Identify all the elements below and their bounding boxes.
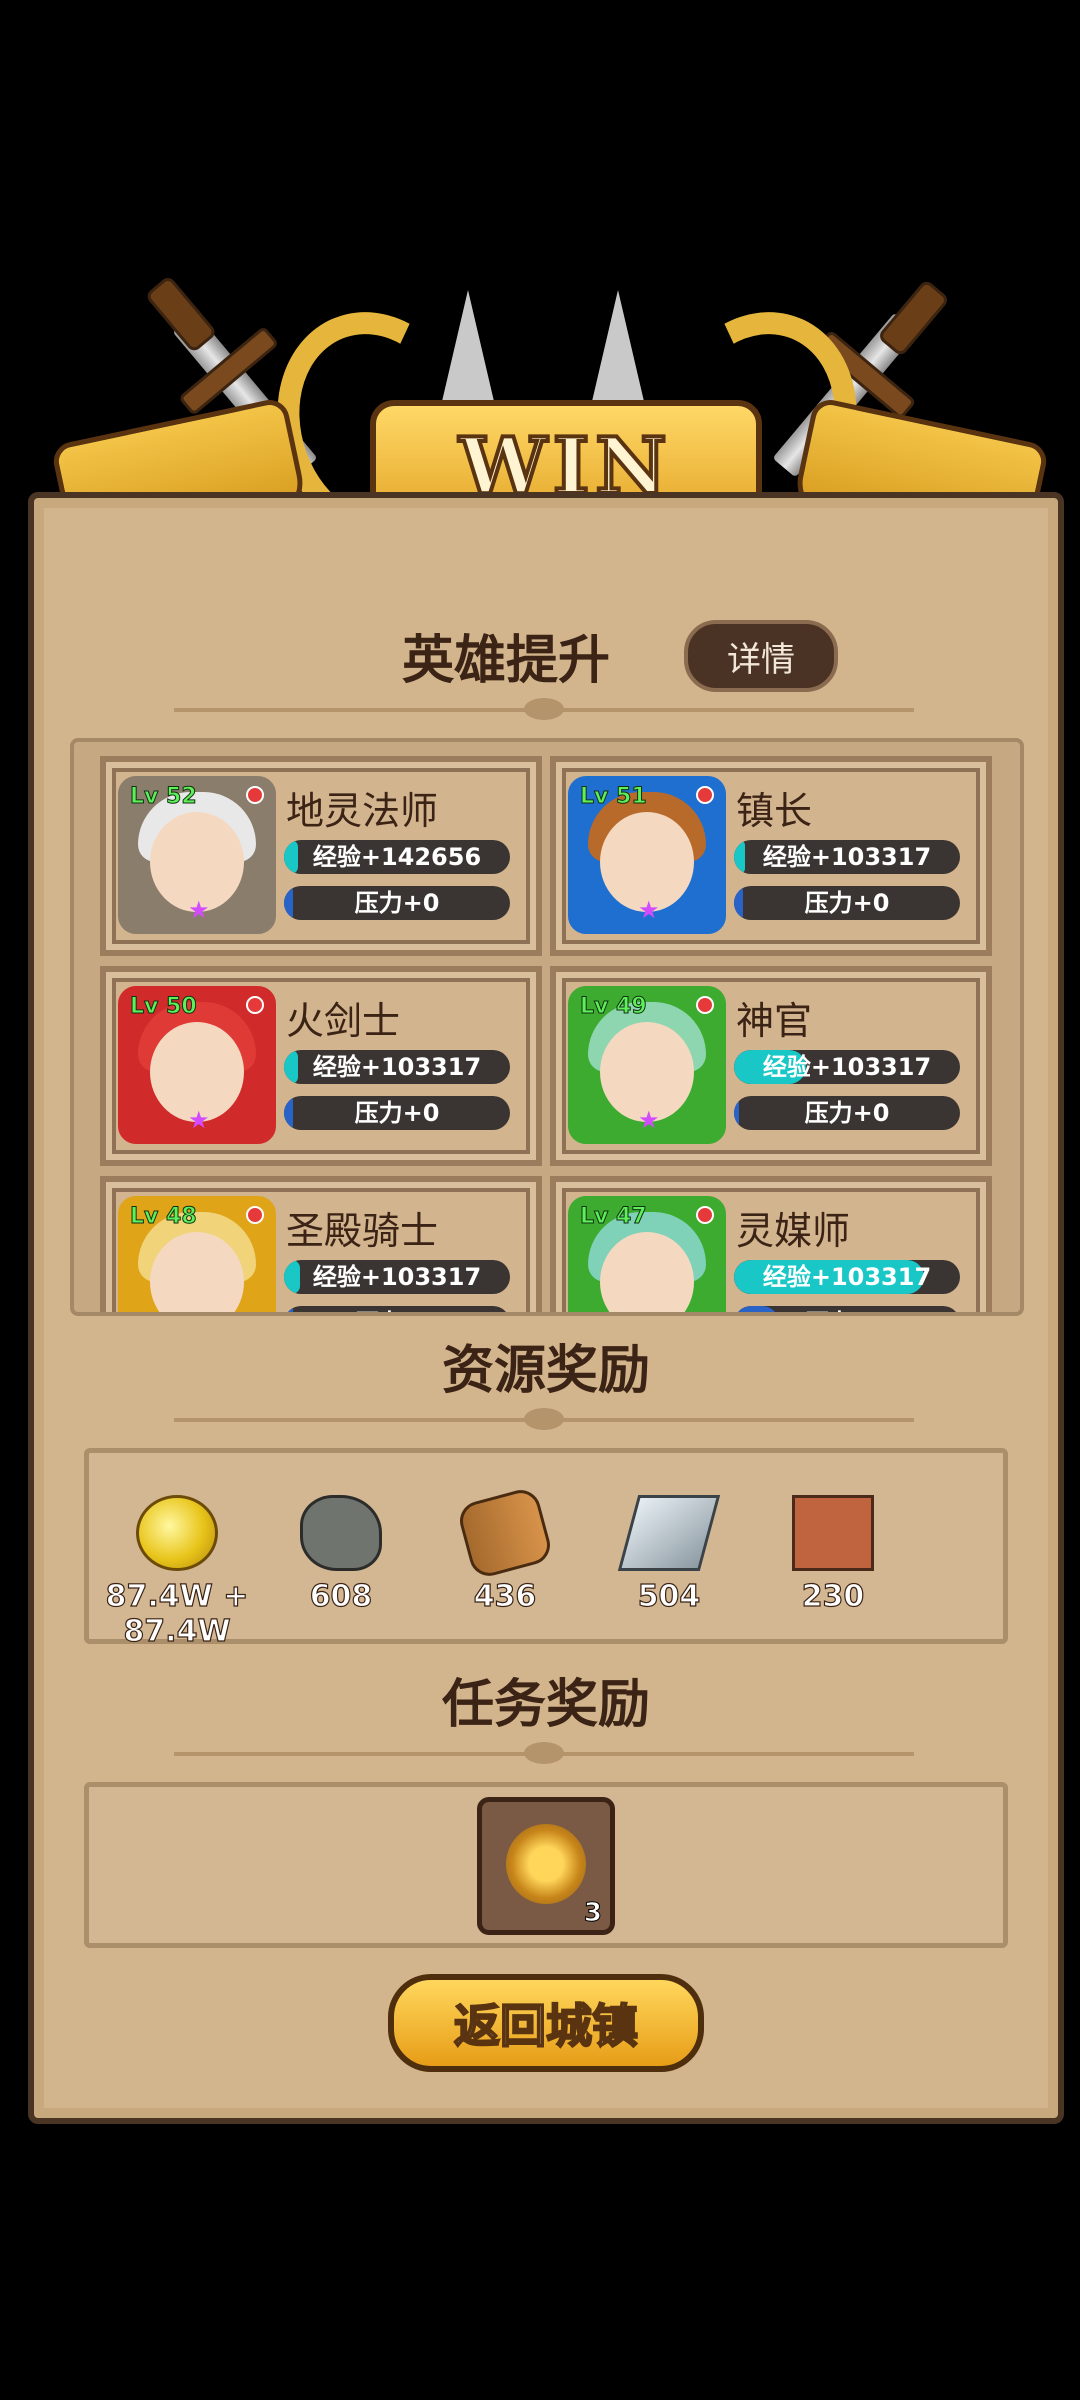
pressure-bar: 压力+0	[734, 1306, 960, 1312]
divider-ornament	[174, 1408, 914, 1430]
exp-bar: 经验+103317	[734, 1050, 960, 1084]
hero-card[interactable]: Lv 49 ★ 神官 经验+103317 压力+0	[550, 966, 992, 1166]
detail-button[interactable]: 详情	[684, 620, 838, 692]
hero-section-title: 英雄提升	[401, 631, 610, 691]
hero-level: Lv 51	[580, 784, 648, 810]
pressure-bar: 压力+0	[284, 886, 510, 920]
item-count: 3	[583, 1898, 602, 1929]
hero-name: 神官	[736, 999, 813, 1043]
reward-value: 230	[801, 1578, 865, 1614]
exp-bar: 经验+103317	[284, 1260, 510, 1294]
resource-section-title: 资源奖励	[441, 1341, 650, 1401]
notification-dot-icon	[246, 1206, 264, 1224]
hero-list[interactable]: Lv 52 ★ 地灵法师 经验+142656 压力+0 Lv 51 ★ 镇长 经…	[70, 738, 1024, 1316]
hero-level: Lv 50	[130, 994, 198, 1020]
pressure-text: 压力+0	[354, 889, 440, 917]
divider-ornament	[174, 698, 914, 720]
notification-dot-icon	[696, 1206, 714, 1224]
quest-reward-item[interactable]: 3	[477, 1797, 615, 1935]
exp-text: 经验+103317	[762, 843, 932, 871]
exp-text: 经验+142656	[312, 843, 482, 871]
exp-text: 经验+103317	[312, 1263, 482, 1291]
hero-portrait: Lv 50 ★	[118, 986, 276, 1144]
pressure-text: 压力+0	[284, 1306, 510, 1312]
return-town-button[interactable]: 返回城镇	[388, 1974, 704, 2072]
hero-card[interactable]: Lv 51 ★ 镇长 经验+103317 压力+0	[550, 756, 992, 956]
quest-section-title: 任务奖励	[441, 1675, 650, 1735]
hero-name: 灵媒师	[736, 1209, 851, 1253]
hero-level: Lv 47	[580, 1204, 648, 1230]
pressure-bar: 压力+0	[734, 1096, 960, 1130]
hero-name: 圣殿骑士	[286, 1209, 439, 1253]
reward-value: 87.4W + 87.4W	[105, 1578, 249, 1649]
hero-level: Lv 52	[130, 784, 198, 810]
reward-iron[interactable]: 504	[589, 1495, 749, 1615]
reward-value: 608	[309, 1578, 373, 1614]
reward-scroll[interactable]: 230	[753, 1495, 913, 1615]
notification-dot-icon	[696, 786, 714, 804]
notification-dot-icon	[246, 996, 264, 1014]
exp-bar: 经验+103317	[734, 840, 960, 874]
hero-name: 镇长	[736, 789, 813, 833]
hero-portrait: Lv 49 ★	[568, 986, 726, 1144]
reward-value: 436	[473, 1578, 537, 1614]
iron-ingot-icon	[617, 1495, 721, 1571]
star-icon: ★	[638, 896, 660, 924]
medal-icon	[506, 1824, 586, 1904]
pressure-bar: 压力+0	[734, 886, 960, 920]
hero-name: 地灵法师	[286, 789, 439, 833]
exp-bar: 经验+142656	[284, 840, 510, 874]
star-icon: ★	[188, 1106, 210, 1134]
exp-text: 经验+103317	[762, 1053, 932, 1081]
exp-bar: 经验+103317	[284, 1050, 510, 1084]
hero-card[interactable]: Lv 48 ★ 圣殿骑士 经验+103317 压力+0	[100, 1176, 542, 1312]
hero-card[interactable]: Lv 52 ★ 地灵法师 经验+142656 压力+0	[100, 756, 542, 956]
quest-reward-box: 3	[84, 1782, 1008, 1948]
hero-level: Lv 49	[580, 994, 648, 1020]
hero-name: 火剑士	[286, 999, 401, 1043]
reward-gold[interactable]: 87.4W + 87.4W	[97, 1495, 257, 1650]
hero-card[interactable]: Lv 47 ★ 灵媒师 经验+103317 压力+0	[550, 1176, 992, 1312]
notification-dot-icon	[696, 996, 714, 1014]
gold-coin-icon	[136, 1495, 218, 1571]
exp-text: 经验+103317	[312, 1053, 482, 1081]
pressure-bar: 压力+0	[284, 1306, 510, 1312]
hero-portrait: Lv 51 ★	[568, 776, 726, 934]
pressure-text: 压力+0	[734, 1306, 960, 1312]
wood-log-icon	[455, 1485, 555, 1581]
reward-value: 504	[637, 1578, 701, 1614]
star-icon: ★	[638, 1106, 660, 1134]
reward-wood[interactable]: 436	[425, 1485, 585, 1615]
reward-stone[interactable]: 608	[261, 1495, 421, 1615]
notification-dot-icon	[246, 786, 264, 804]
pressure-text: 压力+0	[804, 1099, 890, 1127]
resource-reward-box: 87.4W + 87.4W 608 436 504 230	[84, 1448, 1008, 1650]
result-panel: 英雄提升 详情 Lv 52 ★ 地灵法师 经验+142656 压力+0 Lv 5…	[28, 492, 1064, 2124]
hero-level: Lv 48	[130, 1204, 198, 1230]
star-icon: ★	[188, 896, 210, 924]
hero-portrait: Lv 52 ★	[118, 776, 276, 934]
divider-ornament	[174, 1742, 914, 1764]
stone-icon	[300, 1495, 382, 1571]
magic-scroll-icon	[792, 1495, 874, 1571]
pressure-text: 压力+0	[354, 1099, 440, 1127]
hero-portrait: Lv 47 ★	[568, 1196, 726, 1312]
hero-card[interactable]: Lv 50 ★ 火剑士 经验+103317 压力+0	[100, 966, 542, 1166]
pressure-bar: 压力+0	[284, 1096, 510, 1130]
exp-bar: 经验+103317	[734, 1260, 960, 1294]
exp-text: 经验+103317	[762, 1263, 932, 1291]
pressure-text: 压力+0	[804, 889, 890, 917]
hero-portrait: Lv 48 ★	[118, 1196, 276, 1312]
spear-right-icon	[590, 290, 646, 410]
